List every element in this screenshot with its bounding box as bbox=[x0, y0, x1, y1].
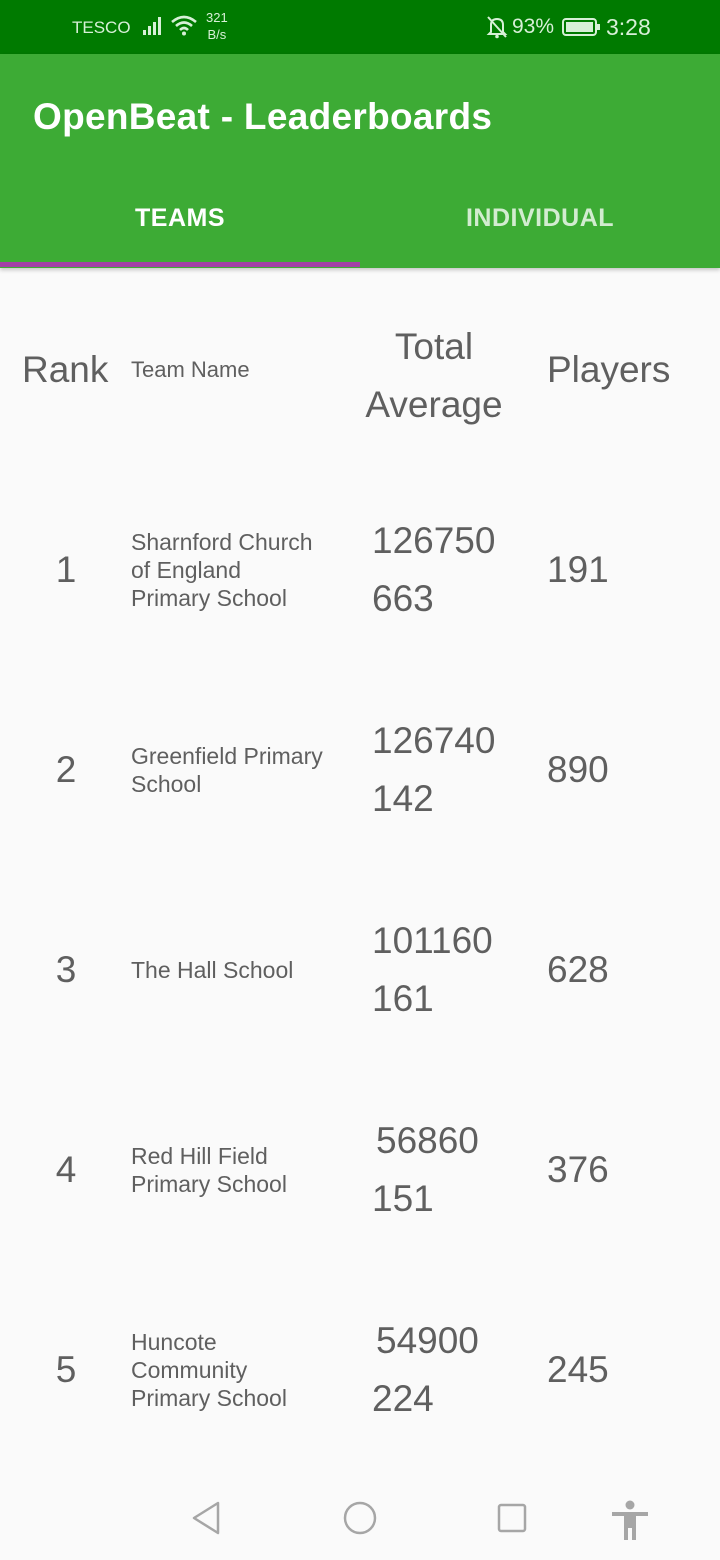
total-average-cell: 101160 161 bbox=[372, 912, 493, 1028]
team-name-line: Sharnford Church bbox=[131, 529, 313, 555]
home-icon[interactable] bbox=[342, 1500, 378, 1541]
rank-cell: 5 bbox=[55, 1349, 77, 1390]
network-speed: 321 B/s bbox=[206, 9, 228, 43]
bell-off-icon bbox=[486, 15, 508, 44]
header-team-name: Team Name bbox=[131, 357, 250, 382]
header-players: Players bbox=[547, 349, 671, 390]
tab-teams[interactable]: TEAMS bbox=[0, 188, 360, 268]
tab-individual-label: INDIVIDUAL bbox=[465, 204, 615, 232]
team-name-line: Red Hill Field bbox=[131, 1143, 268, 1169]
tab-indicator bbox=[0, 262, 360, 267]
battery-icon bbox=[562, 17, 602, 42]
total-average-cell: 126740 142 bbox=[372, 712, 495, 828]
rank-cell: 3 bbox=[55, 949, 77, 990]
total-average-line2: 224 bbox=[372, 1378, 434, 1419]
table-row[interactable]: 3 The Hall School 101160 161 628 bbox=[0, 870, 720, 1070]
header-total-average: Total Average bbox=[356, 318, 512, 434]
header-total-line2: Average bbox=[365, 384, 503, 425]
team-name-cell: Huncote Community Primary School bbox=[131, 1328, 341, 1412]
network-speed-value: 321 bbox=[206, 10, 228, 25]
total-average-line2: 663 bbox=[372, 578, 434, 619]
team-name-line: Greenfield Primary bbox=[131, 743, 323, 769]
total-average-line1: 101160 bbox=[372, 920, 493, 961]
team-name-line: Primary School bbox=[131, 1171, 287, 1197]
table-row[interactable]: 5 Huncote Community Primary School 54900… bbox=[0, 1270, 720, 1470]
players-cell: 628 bbox=[547, 949, 609, 990]
team-name-cell: Greenfield Primary School bbox=[131, 742, 341, 798]
network-speed-unit: B/s bbox=[207, 27, 227, 42]
total-average-cell: 54900 224 bbox=[372, 1312, 479, 1428]
team-name-cell: Sharnford Church of England Primary Scho… bbox=[131, 528, 341, 612]
team-name-cell: The Hall School bbox=[131, 956, 341, 984]
signal-icon bbox=[142, 14, 164, 41]
total-average-line2: 142 bbox=[372, 778, 434, 819]
wifi-icon bbox=[170, 14, 198, 41]
team-name-line: School bbox=[131, 771, 202, 797]
tab-individual[interactable]: INDIVIDUAL bbox=[360, 188, 720, 268]
team-name-line: Primary School bbox=[131, 1385, 287, 1411]
table-row[interactable]: 4 Red Hill Field Primary School 56860 15… bbox=[0, 1070, 720, 1270]
clock: 3:28 bbox=[606, 14, 651, 40]
header-rank: Rank bbox=[22, 349, 109, 390]
rank-cell: 1 bbox=[55, 549, 77, 590]
total-average-line1: 56860 bbox=[376, 1120, 479, 1161]
back-icon[interactable] bbox=[190, 1500, 222, 1541]
players-cell: 890 bbox=[547, 749, 609, 790]
players-cell: 245 bbox=[547, 1349, 609, 1390]
total-average-line1: 54900 bbox=[376, 1320, 479, 1361]
page-title: OpenBeat - Leaderboards bbox=[33, 96, 493, 137]
players-cell: 376 bbox=[547, 1149, 609, 1190]
total-average-line1: 126740 bbox=[372, 720, 496, 761]
team-name-line: Primary School bbox=[131, 585, 287, 611]
header-total-line1: Total bbox=[394, 326, 474, 367]
accessibility-icon[interactable] bbox=[610, 1500, 650, 1545]
navigation-bar bbox=[0, 1476, 720, 1560]
total-average-line2: 151 bbox=[372, 1178, 434, 1219]
rank-cell: 4 bbox=[55, 1149, 77, 1190]
team-name-line: Community bbox=[131, 1357, 248, 1383]
team-name-line: Huncote bbox=[131, 1329, 217, 1355]
rank-cell: 2 bbox=[55, 749, 77, 790]
team-name-line: The Hall School bbox=[131, 957, 294, 983]
team-name-line: of England bbox=[131, 557, 241, 583]
total-average-cell: 126750 663 bbox=[372, 512, 495, 628]
total-average-line2: 161 bbox=[372, 978, 434, 1019]
carrier-label: TESCO bbox=[72, 18, 131, 37]
tab-teams-label: TEAMS bbox=[135, 204, 225, 232]
recents-icon[interactable] bbox=[496, 1500, 528, 1541]
team-name-cell: Red Hill Field Primary School bbox=[131, 1142, 341, 1198]
battery-percent: 93% bbox=[512, 15, 555, 38]
total-average-cell: 56860 151 bbox=[372, 1112, 479, 1228]
total-average-line1: 126750 bbox=[372, 520, 496, 561]
players-cell: 191 bbox=[547, 549, 609, 590]
table-row[interactable]: 1 Sharnford Church of England Primary Sc… bbox=[0, 470, 720, 670]
app-bar: OpenBeat - Leaderboards TEAMS INDIVIDUAL bbox=[0, 54, 720, 268]
status-bar: TESCO 321 B/s 93% 3:28 bbox=[0, 0, 720, 54]
table-row[interactable]: 2 Greenfield Primary School 126740 142 8… bbox=[0, 670, 720, 870]
